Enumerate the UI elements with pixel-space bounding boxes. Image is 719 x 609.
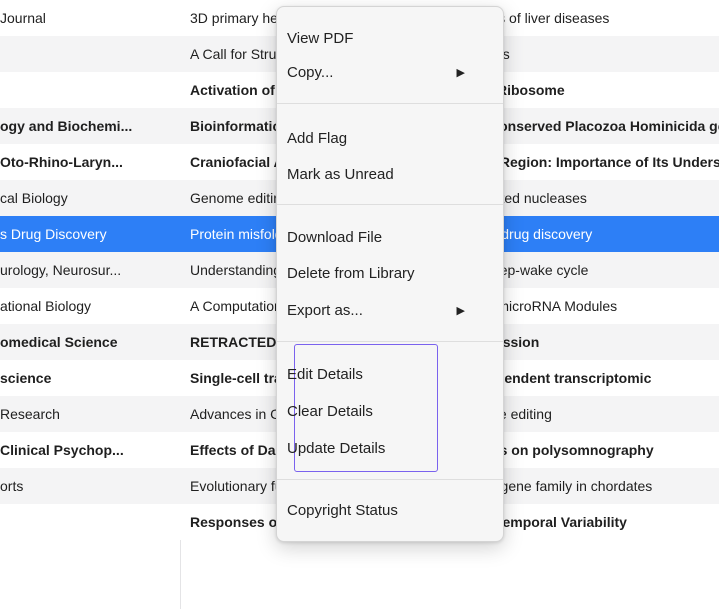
journal-cell: ational Biology — [0, 298, 92, 314]
menu-item-label: Download File — [287, 229, 383, 246]
menu-separator — [277, 341, 503, 342]
journal-cell: omedical Science — [0, 334, 118, 350]
menu-item-label: Mark as Unread — [287, 166, 394, 183]
menu-item-delete-from-library[interactable]: Delete from Library — [287, 260, 493, 288]
menu-separator — [277, 103, 503, 104]
menu-item-label: Export as... — [287, 302, 363, 319]
journal-cell: Journal — [0, 10, 46, 26]
menu-item-label: Edit Details — [287, 366, 363, 383]
journal-cell: Clinical Psychop... — [0, 442, 124, 458]
context-menu: View PDF Copy... ▶ Add Flag Mark as Unre… — [276, 6, 504, 542]
menu-item-label: Clear Details — [287, 403, 373, 420]
menu-item-view-pdf[interactable]: View PDF — [287, 25, 493, 53]
journal-cell: science — [0, 370, 52, 386]
journal-cell: Oto-Rhino-Laryn... — [0, 154, 123, 170]
menu-item-export-as[interactable]: Export as... ▶ — [287, 297, 493, 325]
menu-item-label: Delete from Library — [287, 265, 415, 282]
menu-item-mark-unread[interactable]: Mark as Unread — [287, 161, 493, 189]
menu-item-download-file[interactable]: Download File — [287, 224, 493, 252]
menu-item-update-details[interactable]: Update Details — [287, 435, 493, 463]
menu-item-copyright-status[interactable]: Copyright Status — [287, 497, 493, 525]
menu-item-label: Copyright Status — [287, 502, 398, 519]
menu-item-add-flag[interactable]: Add Flag — [287, 125, 493, 153]
journal-cell: cal Biology — [0, 190, 68, 206]
menu-item-label: Add Flag — [287, 130, 348, 147]
menu-item-edit-details[interactable]: Edit Details — [287, 361, 493, 389]
menu-item-copy[interactable]: Copy... ▶ — [287, 59, 493, 87]
menu-item-label: View PDF — [287, 30, 354, 47]
journal-cell: Research — [0, 406, 60, 422]
submenu-arrow-icon: ▶ — [456, 67, 465, 79]
submenu-arrow-icon: ▶ — [456, 305, 465, 317]
journal-cell: ogy and Biochemi... — [0, 118, 133, 134]
menu-item-label: Update Details — [287, 440, 386, 457]
menu-item-clear-details[interactable]: Clear Details — [287, 398, 493, 426]
journal-cell: orts — [0, 478, 24, 494]
journal-cell: s Drug Discovery — [0, 226, 107, 242]
menu-item-label: Copy... — [287, 64, 334, 81]
menu-separator — [277, 479, 503, 480]
menu-separator — [277, 204, 503, 205]
journal-cell: urology, Neurosur... — [0, 262, 122, 278]
